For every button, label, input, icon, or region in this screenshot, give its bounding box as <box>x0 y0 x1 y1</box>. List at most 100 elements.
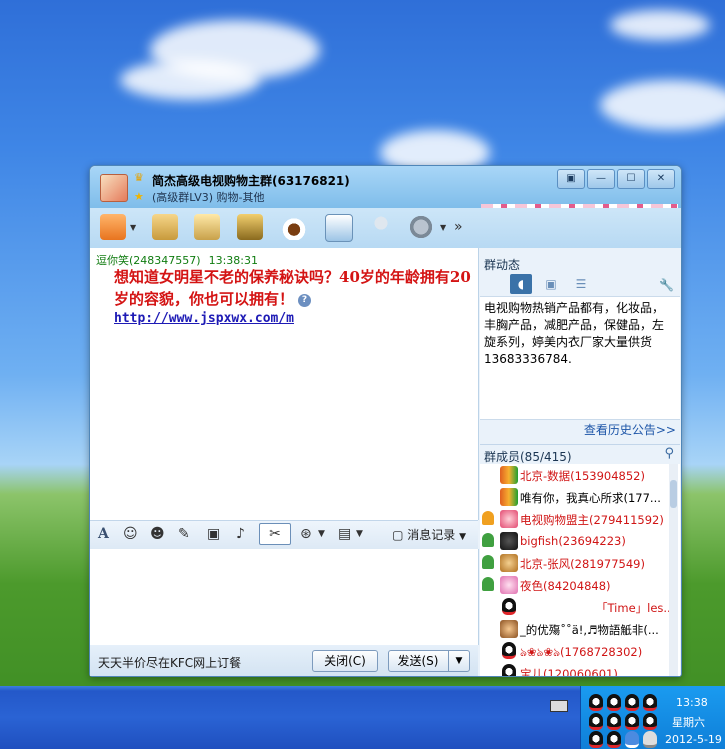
keyboard-icon[interactable] <box>550 700 568 712</box>
send-button[interactable]: 发送(S) ▼ <box>388 650 470 672</box>
taskbar: 13:38 星期六 2012-5-19 <box>0 686 725 749</box>
chevron-down-icon[interactable]: ▼ <box>356 526 363 542</box>
qq-tray-icon[interactable] <box>625 713 639 730</box>
message-history-button[interactable]: ▢ 消息记录 ▼ <box>392 526 466 543</box>
clock-time[interactable]: 13:38 <box>676 696 708 709</box>
history-icon: ▢ <box>392 528 404 542</box>
home-icon[interactable] <box>100 214 126 240</box>
star-icon: ★ <box>134 190 144 203</box>
scrollbar-thumb[interactable] <box>670 480 677 508</box>
member-name: bigfish(23694223) <box>520 534 626 548</box>
member-item[interactable]: 「Time」les... <box>480 596 674 618</box>
qq-tray-icon[interactable] <box>607 694 621 711</box>
member-item[interactable]: 宝儿(120060601) <box>480 662 668 676</box>
qq-tray-icon[interactable] <box>643 713 657 730</box>
message-history-label: 消息记录 <box>407 528 456 542</box>
member-item[interactable]: _的优殤˚˚ä!,♬物語觝非(... <box>480 618 668 640</box>
smiley-icon[interactable]: ☺ <box>123 526 138 542</box>
folder-icon[interactable] <box>152 214 178 240</box>
font-icon[interactable]: A <box>98 526 109 542</box>
maximize-button[interactable]: ☐ <box>617 169 645 189</box>
minimize-button[interactable]: — <box>587 169 615 189</box>
cloud <box>120 60 260 100</box>
message-input[interactable] <box>90 549 479 645</box>
list-tab[interactable]: ☰ <box>570 274 592 294</box>
member-item[interactable]: 唯有你，我真心所求(177... <box>480 486 668 508</box>
chevron-down-icon[interactable]: ▼ <box>440 223 446 232</box>
member-item[interactable]: 电视购物盟主(279411592) <box>480 508 668 530</box>
qq-tray-icon[interactable] <box>589 731 603 748</box>
title-bar[interactable]: ♛ ★ 简杰高级电视购物主群(63176821) (高级群LV3) 购物-其他 … <box>90 166 681 208</box>
music-icon[interactable]: ♪ <box>236 526 245 542</box>
announcement-box: 电视购物热销产品都有，化妆品，丰胸产品，减肥产品，保健品，左旋系列，婷美内衣厂家… <box>480 296 680 420</box>
volume-icon[interactable] <box>643 731 657 748</box>
album-icon[interactable] <box>194 214 220 240</box>
help-icon[interactable]: ? <box>298 293 312 307</box>
chat-add-icon[interactable] <box>325 214 353 242</box>
window-controls: ▣ — ☐ ✕ <box>557 169 675 189</box>
member-name: _的优殤˚˚ä!,♬物語觝非(... <box>520 623 659 637</box>
member-list-scrollbar[interactable] <box>669 464 678 676</box>
shake-icon[interactable]: ⊛ <box>300 526 312 542</box>
member-item[interactable]: 北京-张风(281977549) <box>480 552 668 574</box>
image-icon[interactable]: ▣ <box>207 526 220 542</box>
album-tab[interactable]: ▣ <box>540 274 562 294</box>
owner-icon <box>482 511 494 525</box>
chevron-down-icon[interactable]: ▼ <box>130 223 136 232</box>
member-item[interactable]: 北京-数据(153904852) <box>480 464 668 486</box>
message-content: 想知道女明星不老的保养秘诀吗？40岁的年龄拥有20岁的容貌，你也可以拥有！ <box>114 268 471 308</box>
screenshot-scissors-icon[interactable]: ✂ <box>259 523 291 545</box>
member-name: 宝儿(120060601) <box>520 667 618 676</box>
video-icon[interactable] <box>237 214 263 240</box>
qq-tray-icon[interactable] <box>589 694 603 711</box>
chat-mode-icon[interactable]: ▤ <box>338 526 351 542</box>
group-name[interactable]: 简杰高级电视购物主群(63176821) <box>152 172 350 189</box>
qq-tray-icon[interactable] <box>643 694 657 711</box>
clock-date[interactable]: 2012-5-19 <box>665 733 722 746</box>
wrench-icon[interactable]: 🔧 <box>659 278 674 292</box>
group-avatar[interactable] <box>100 174 128 202</box>
qq-tray-icon[interactable] <box>625 694 639 711</box>
input-toolbar: A ☺ ☻ ✎ ▣ ♪ ✂ ⊛ ▼ ▤ ▼ ▢ 消息记录 ▼ <box>90 520 478 550</box>
avatar <box>500 576 518 594</box>
coffee-icon[interactable] <box>281 214 307 240</box>
member-item[interactable]: ঌ❀ঌ❀ঌ(1768728302) <box>480 640 668 662</box>
edit-icon[interactable]: ✎ <box>178 526 190 542</box>
microphone-icon[interactable] <box>368 214 394 240</box>
qq-tray-icon[interactable] <box>607 713 621 730</box>
magic-face-icon[interactable]: ☻ <box>150 526 165 542</box>
qq-tray-icon[interactable] <box>607 731 621 748</box>
more-icon[interactable]: » <box>454 219 463 235</box>
qq-tray-icon[interactable] <box>589 713 603 730</box>
qq-penguin-icon <box>502 598 516 615</box>
search-icon[interactable]: ⚲ <box>664 446 674 461</box>
bottom-bar: 天天半价尽在KFC网上订餐 关闭(C) 发送(S) ▼ <box>90 645 478 676</box>
crown-icon: ♛ <box>134 171 144 184</box>
member-list[interactable]: 北京-数据(153904852) 唯有你，我真心所求(177... 电视购物盟主… <box>480 464 680 676</box>
chevron-down-icon[interactable]: ▼ <box>318 526 325 542</box>
clock-day[interactable]: 星期六 <box>672 714 705 730</box>
members-title: 群成员(85/415) <box>484 450 572 464</box>
avatar <box>500 510 518 528</box>
announcement-tab[interactable]: ◖ <box>510 274 532 294</box>
skin-button[interactable]: ▣ <box>557 169 585 189</box>
message-area[interactable]: 逗你笑(248347557) 13:38:31 想知道女明星不老的保养秘诀吗？40… <box>90 248 479 520</box>
avatar <box>500 466 518 484</box>
avatar <box>500 532 518 550</box>
close-window-button[interactable]: ✕ <box>647 169 675 189</box>
avatar <box>500 488 518 506</box>
message-link[interactable]: http://www.jspxwx.com/m <box>114 311 294 326</box>
network-icon[interactable] <box>625 731 639 748</box>
member-name: 唯有你，我真心所求(177... <box>520 491 661 505</box>
ad-link[interactable]: 天天半价尽在KFC网上订餐 <box>98 654 241 671</box>
view-history-notices-link[interactable]: 查看历史公告>> <box>584 421 676 438</box>
qq-penguin-icon <box>502 642 516 659</box>
member-item[interactable]: bigfish(23694223) <box>480 530 668 552</box>
cloud <box>610 10 710 40</box>
qq-penguin-icon <box>502 664 516 676</box>
gear-icon[interactable] <box>408 214 434 240</box>
avatar <box>500 554 518 572</box>
close-button[interactable]: 关闭(C) <box>312 650 378 672</box>
member-item[interactable]: 夜色(84204848) <box>480 574 668 596</box>
chevron-down-icon[interactable]: ▼ <box>448 651 469 671</box>
